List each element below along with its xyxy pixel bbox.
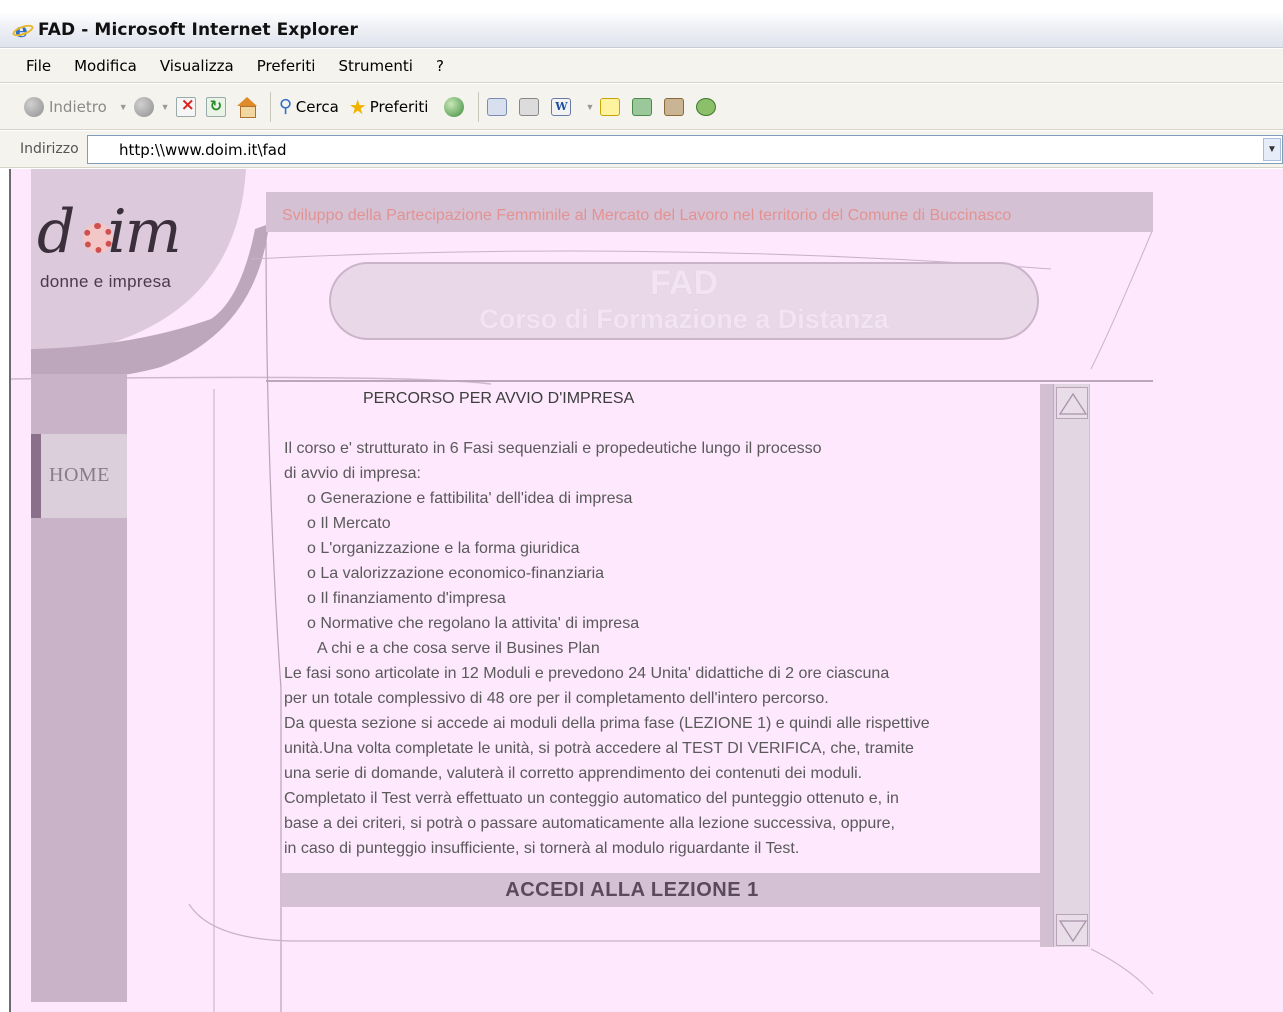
flower-icon [83,223,113,253]
search-icon: ⚲ [278,96,292,117]
menu-strumenti[interactable]: Strumenti [338,57,412,75]
access-lesson-1-link[interactable]: ACCEDI ALLA LEZIONE 1 [281,879,983,902]
scrollbar-inner [1053,384,1089,947]
star-icon: ★ [348,94,367,119]
list-item: A chi e a che cosa serve il Busines Plan [317,640,600,657]
intro-line: Il corso e' strutturato in 6 Fasi sequen… [284,440,822,457]
favorites-label: Preferiti [369,97,429,116]
body-line: una serie di domande, valuterà il corret… [284,765,863,782]
back-label: Indietro [49,97,107,116]
doim-logo[interactable]: doim donne e impresa [37,197,247,307]
triangle-up-icon [1058,392,1088,415]
logo-subtitle: donne e impresa [40,272,172,291]
forward-arrow-icon[interactable] [133,96,154,117]
back-arrow-icon [24,96,44,117]
list-item: o L'organizzazione e la forma giuridica [307,540,580,557]
menu-bar: File Modifica Visualizza Preferiti Strum… [0,49,1283,83]
body-line: Le fasi sono articolate in 12 Moduli e p… [284,665,890,682]
home-label: HOME [49,464,110,486]
list-item: o Normative che regolano la attivita' di… [307,615,640,632]
menu-preferiti[interactable]: Preferiti [257,57,316,75]
toolbar-separator [478,91,480,122]
research-icon[interactable] [664,97,685,116]
body-line: base a dei criteri, si potrà o passare a… [284,815,895,832]
edit-dropdown-icon[interactable]: ▼ [585,102,594,112]
word-edit-icon[interactable]: W [551,97,572,116]
menu-help[interactable]: ? [436,57,444,75]
body-line: in caso di punteggio insufficiente, si t… [284,840,800,857]
forward-dropdown-icon[interactable]: ▼ [161,102,170,112]
home-icon[interactable] [236,96,258,118]
fad-subtitle: Corso di Formazione a Distanza [479,304,889,334]
menu-file[interactable]: File [26,57,51,75]
scroll-up-button[interactable] [1056,387,1088,419]
body-line: per un totale complessivo di 48 ore per … [284,690,829,707]
home-link[interactable]: HOME [31,434,127,518]
title-bar: e FAD - Microsoft Internet Explorer [0,12,1283,48]
panel-title: PERCORSO PER AVVIO D'IMPRESA [363,390,635,407]
back-button[interactable]: Indietro [24,96,107,117]
msn-icon[interactable] [632,97,653,116]
toolbar: Indietro ▼ ▼ ⚲ Cerca ★ Preferiti W ▼ [0,84,1283,130]
toolbar-separator [269,91,271,122]
body-line: Completato il Test verrà effettuato un c… [284,790,899,807]
body-line: unità.Una volta completate le unità, si … [284,740,914,757]
scroll-down-button[interactable] [1056,914,1088,946]
address-label: Indirizzo [20,141,79,157]
address-field[interactable]: ▼ [87,135,1283,164]
print-icon[interactable] [519,97,540,116]
list-item: o Generazione e fattibilita' dell'idea d… [307,490,633,507]
address-dropdown-icon[interactable]: ▼ [1263,138,1281,161]
header-text: Sviluppo della Partecipazione Femminile … [282,207,1012,224]
list-item: o La valorizzazione economico-finanziari… [307,565,605,582]
media-icon[interactable] [444,96,465,117]
search-label: Cerca [295,97,339,116]
url-input[interactable] [88,136,1248,163]
mail-icon[interactable] [487,97,508,116]
intro-line: di avvio di impresa: [284,465,421,482]
list-item: o Il Mercato [307,515,391,532]
menu-visualizza[interactable]: Visualizza [160,57,234,75]
course-panel: PERCORSO PER AVVIO D'IMPRESA Il corso e'… [279,384,1039,944]
address-bar: Indirizzo ▼ [0,131,1283,168]
list-item: o Il finanziamento d'impresa [307,590,506,607]
browser-window: e FAD - Microsoft Internet Explorer File… [0,0,1283,1012]
menu-modifica[interactable]: Modifica [74,57,137,75]
discuss-icon[interactable] [600,97,621,116]
favorites-button[interactable]: ★ Preferiti [349,95,429,119]
page-content: doim donne e impresa Sviluppo della Part… [9,169,1283,1012]
back-dropdown-icon[interactable]: ▼ [119,102,128,112]
search-button[interactable]: ⚲ Cerca [279,96,339,117]
triangle-down-icon [1058,920,1088,943]
internet-explorer-icon: e [11,18,35,42]
body-line: Da questa sezione si accede ai moduli de… [284,715,930,732]
refresh-icon[interactable] [205,96,226,117]
stop-icon[interactable] [175,95,196,117]
window-title: FAD - Microsoft Internet Explorer [38,19,358,40]
fad-title: FAD [650,264,718,302]
messenger-icon[interactable] [696,97,717,116]
